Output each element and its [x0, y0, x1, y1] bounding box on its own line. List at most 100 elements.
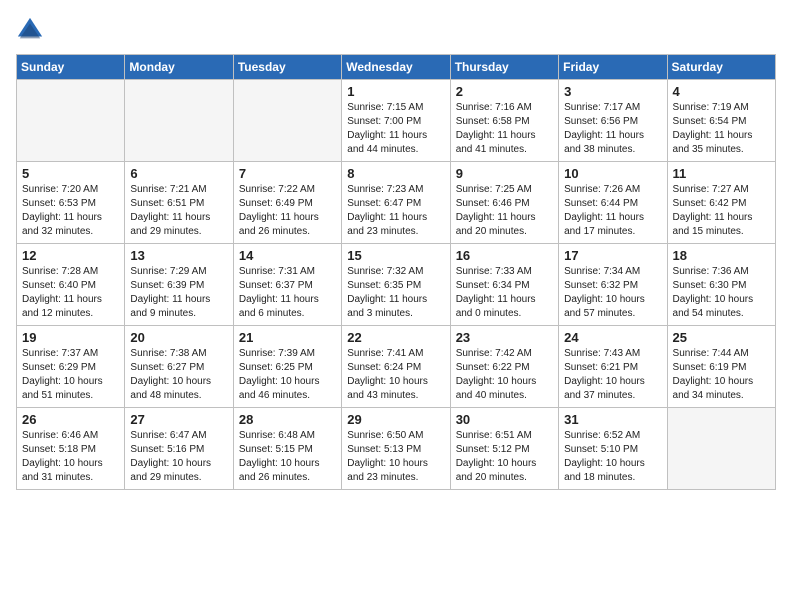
day-number: 12 — [22, 248, 119, 263]
day-number: 28 — [239, 412, 336, 427]
calendar-cell: 12 Sunrise: 7:28 AM Sunset: 6:40 PM Dayli… — [17, 244, 125, 326]
day-number: 15 — [347, 248, 444, 263]
calendar-cell: 6 Sunrise: 7:21 AM Sunset: 6:51 PM Daylig… — [125, 162, 233, 244]
day-info: Sunrise: 7:36 AM Sunset: 6:30 PM Dayligh… — [673, 265, 770, 321]
day-info: Sunrise: 7:25 AM Sunset: 6:46 PM Dayligh… — [456, 183, 553, 239]
calendar-cell — [17, 80, 125, 162]
day-info: Sunrise: 6:50 AM Sunset: 5:13 PM Dayligh… — [347, 429, 444, 485]
day-info: Sunrise: 7:22 AM Sunset: 6:49 PM Dayligh… — [239, 183, 336, 239]
day-number: 24 — [564, 330, 661, 345]
day-header-friday: Friday — [559, 55, 667, 80]
day-info: Sunrise: 7:16 AM Sunset: 6:58 PM Dayligh… — [456, 101, 553, 157]
calendar-cell: 7Sunrise: 7:22 AM Sunset: 6:49 PM Daylig… — [233, 162, 341, 244]
day-number: 4 — [673, 84, 770, 99]
day-info: Sunrise: 7:19 AM Sunset: 6:54 PM Dayligh… — [673, 101, 770, 157]
week-row-3: 12 Sunrise: 7:28 AM Sunset: 6:40 PM Dayli… — [17, 244, 776, 326]
calendar-cell — [667, 408, 775, 490]
day-info: Sunrise: 7:26 AM Sunset: 6:44 PM Dayligh… — [564, 183, 661, 239]
day-header-monday: Monday — [125, 55, 233, 80]
day-number: 9 — [456, 166, 553, 181]
day-info: Sunrise: 7:29 AM Sunset: 6:39 PM Dayligh… — [130, 265, 227, 321]
day-info: Sunrise: 7:34 AM Sunset: 6:32 PM Dayligh… — [564, 265, 661, 321]
day-info: Sunrise: 6:51 AM Sunset: 5:12 PM Dayligh… — [456, 429, 553, 485]
day-info: Sunrise: 7:20 AM Sunset: 6:53 PM Dayligh… — [22, 183, 119, 239]
day-number: 14 — [239, 248, 336, 263]
day-info: Sunrise: 7:38 AM Sunset: 6:27 PM Dayligh… — [130, 347, 227, 403]
calendar-cell — [125, 80, 233, 162]
day-info: Sunrise: 7:15 AM Sunset: 7:00 PM Dayligh… — [347, 101, 444, 157]
day-info: Sunrise: 7:37 AM Sunset: 6:29 PM Dayligh… — [22, 347, 119, 403]
calendar-cell: 8Sunrise: 7:23 AM Sunset: 6:47 PM Daylig… — [342, 162, 450, 244]
day-info: Sunrise: 7:33 AM Sunset: 6:34 PM Dayligh… — [456, 265, 553, 321]
week-row-5: 26 Sunrise: 6:46 AM Sunset: 5:18 PM Dayli… — [17, 408, 776, 490]
calendar-cell: 19 Sunrise: 7:37 AM Sunset: 6:29 PM Dayli… — [17, 326, 125, 408]
day-number: 25 — [673, 330, 770, 345]
day-header-tuesday: Tuesday — [233, 55, 341, 80]
day-info: Sunrise: 7:28 AM Sunset: 6:40 PM Dayligh… — [22, 265, 119, 321]
day-number: 5 — [22, 166, 119, 181]
calendar-cell: 15 Sunrise: 7:32 AM Sunset: 6:35 PM Dayli… — [342, 244, 450, 326]
day-info: Sunrise: 7:17 AM Sunset: 6:56 PM Dayligh… — [564, 101, 661, 157]
day-number: 18 — [673, 248, 770, 263]
page-header — [16, 16, 776, 44]
calendar-cell: 28 Sunrise: 6:48 AM Sunset: 5:15 PM Dayli… — [233, 408, 341, 490]
calendar-cell: 22Sunrise: 7:41 AM Sunset: 6:24 PM Dayli… — [342, 326, 450, 408]
calendar-cell: 18 Sunrise: 7:36 AM Sunset: 6:30 PM Dayli… — [667, 244, 775, 326]
day-info: Sunrise: 6:47 AM Sunset: 5:16 PM Dayligh… — [130, 429, 227, 485]
week-row-1: 1 Sunrise: 7:15 AM Sunset: 7:00 PM Daylig… — [17, 80, 776, 162]
day-number: 19 — [22, 330, 119, 345]
calendar-cell: 1 Sunrise: 7:15 AM Sunset: 7:00 PM Daylig… — [342, 80, 450, 162]
calendar-cell: 27 Sunrise: 6:47 AM Sunset: 5:16 PM Dayli… — [125, 408, 233, 490]
week-row-4: 19 Sunrise: 7:37 AM Sunset: 6:29 PM Dayli… — [17, 326, 776, 408]
day-info: Sunrise: 7:21 AM Sunset: 6:51 PM Dayligh… — [130, 183, 227, 239]
calendar-cell: 20Sunrise: 7:38 AM Sunset: 6:27 PM Dayli… — [125, 326, 233, 408]
logo — [16, 16, 48, 44]
day-header-sunday: Sunday — [17, 55, 125, 80]
calendar-cell: 24 Sunrise: 7:43 AM Sunset: 6:21 PM Dayli… — [559, 326, 667, 408]
day-number: 23 — [456, 330, 553, 345]
day-number: 30 — [456, 412, 553, 427]
day-info: Sunrise: 7:32 AM Sunset: 6:35 PM Dayligh… — [347, 265, 444, 321]
day-info: Sunrise: 6:52 AM Sunset: 5:10 PM Dayligh… — [564, 429, 661, 485]
day-number: 11 — [673, 166, 770, 181]
week-row-2: 5 Sunrise: 7:20 AM Sunset: 6:53 PM Daylig… — [17, 162, 776, 244]
calendar-cell: 14 Sunrise: 7:31 AM Sunset: 6:37 PM Dayli… — [233, 244, 341, 326]
day-info: Sunrise: 7:44 AM Sunset: 6:19 PM Dayligh… — [673, 347, 770, 403]
day-info: Sunrise: 6:48 AM Sunset: 5:15 PM Dayligh… — [239, 429, 336, 485]
day-info: Sunrise: 6:46 AM Sunset: 5:18 PM Dayligh… — [22, 429, 119, 485]
day-header-saturday: Saturday — [667, 55, 775, 80]
day-info: Sunrise: 7:31 AM Sunset: 6:37 PM Dayligh… — [239, 265, 336, 321]
days-header-row: SundayMondayTuesdayWednesdayThursdayFrid… — [17, 55, 776, 80]
day-number: 27 — [130, 412, 227, 427]
calendar-cell: 3 Sunrise: 7:17 AM Sunset: 6:56 PM Daylig… — [559, 80, 667, 162]
calendar-cell — [233, 80, 341, 162]
calendar-cell: 29 Sunrise: 6:50 AM Sunset: 5:13 PM Dayli… — [342, 408, 450, 490]
calendar-cell: 2Sunrise: 7:16 AM Sunset: 6:58 PM Daylig… — [450, 80, 558, 162]
calendar-cell: 26 Sunrise: 6:46 AM Sunset: 5:18 PM Dayli… — [17, 408, 125, 490]
day-number: 26 — [22, 412, 119, 427]
calendar-cell: 17 Sunrise: 7:34 AM Sunset: 6:32 PM Dayli… — [559, 244, 667, 326]
calendar-cell: 16Sunrise: 7:33 AM Sunset: 6:34 PM Dayli… — [450, 244, 558, 326]
day-header-wednesday: Wednesday — [342, 55, 450, 80]
day-number: 21 — [239, 330, 336, 345]
calendar-cell: 11 Sunrise: 7:27 AM Sunset: 6:42 PM Dayli… — [667, 162, 775, 244]
day-info: Sunrise: 7:39 AM Sunset: 6:25 PM Dayligh… — [239, 347, 336, 403]
day-number: 3 — [564, 84, 661, 99]
day-number: 29 — [347, 412, 444, 427]
day-number: 1 — [347, 84, 444, 99]
calendar-cell: 23 Sunrise: 7:42 AM Sunset: 6:22 PM Dayli… — [450, 326, 558, 408]
day-number: 17 — [564, 248, 661, 263]
calendar-cell: 25 Sunrise: 7:44 AM Sunset: 6:19 PM Dayli… — [667, 326, 775, 408]
calendar-cell: 10Sunrise: 7:26 AM Sunset: 6:44 PM Dayli… — [559, 162, 667, 244]
day-number: 22 — [347, 330, 444, 345]
day-info: Sunrise: 7:27 AM Sunset: 6:42 PM Dayligh… — [673, 183, 770, 239]
calendar-cell: 4 Sunrise: 7:19 AM Sunset: 6:54 PM Daylig… — [667, 80, 775, 162]
day-number: 13 — [130, 248, 227, 263]
day-header-thursday: Thursday — [450, 55, 558, 80]
calendar-cell: 21 Sunrise: 7:39 AM Sunset: 6:25 PM Dayli… — [233, 326, 341, 408]
day-info: Sunrise: 7:42 AM Sunset: 6:22 PM Dayligh… — [456, 347, 553, 403]
calendar-cell: 31Sunrise: 6:52 AM Sunset: 5:10 PM Dayli… — [559, 408, 667, 490]
day-number: 6 — [130, 166, 227, 181]
calendar-cell: 9 Sunrise: 7:25 AM Sunset: 6:46 PM Daylig… — [450, 162, 558, 244]
day-info: Sunrise: 7:43 AM Sunset: 6:21 PM Dayligh… — [564, 347, 661, 403]
